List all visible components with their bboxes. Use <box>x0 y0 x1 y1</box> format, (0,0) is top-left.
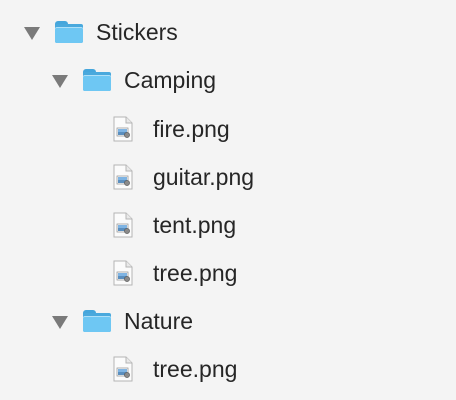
tree-row-fire-png[interactable]: fire.png <box>113 109 230 149</box>
disclosure-triangle-expanded-icon[interactable] <box>52 315 68 329</box>
folder-label-camping: Camping <box>124 67 217 93</box>
file-label: tent.png <box>153 212 237 238</box>
png-file-icon <box>113 260 133 286</box>
file-label: guitar.png <box>153 164 255 190</box>
file-label: tree.png <box>153 356 238 382</box>
png-file-icon <box>113 212 133 238</box>
folder-label-nature: Nature <box>124 308 194 334</box>
disclosure-triangle-expanded-icon[interactable] <box>52 74 68 88</box>
folder-icon <box>82 309 112 333</box>
tree-row-tree-png[interactable]: tree.png <box>113 253 237 293</box>
folder-icon <box>82 68 112 92</box>
file-label: tree.png <box>153 260 238 286</box>
tree-row-nature[interactable]: Nature <box>52 301 193 341</box>
tree-row-guitar-png[interactable]: guitar.png <box>113 157 254 197</box>
disclosure-triangle-expanded-icon[interactable] <box>24 26 40 40</box>
file-tree: Stickers Camping fire.png guitar.png ten… <box>0 0 456 400</box>
png-file-icon <box>113 116 133 142</box>
folder-icon <box>54 20 84 44</box>
folder-label-stickers: Stickers <box>96 19 178 45</box>
tree-row-tent-png[interactable]: tent.png <box>113 205 236 245</box>
tree-row-camping[interactable]: Camping <box>52 60 216 100</box>
png-file-icon <box>113 164 133 190</box>
file-label: fire.png <box>153 116 230 142</box>
tree-row-stickers[interactable]: Stickers <box>24 12 178 52</box>
png-file-icon <box>113 356 133 382</box>
tree-row-tree-png[interactable]: tree.png <box>113 349 237 389</box>
